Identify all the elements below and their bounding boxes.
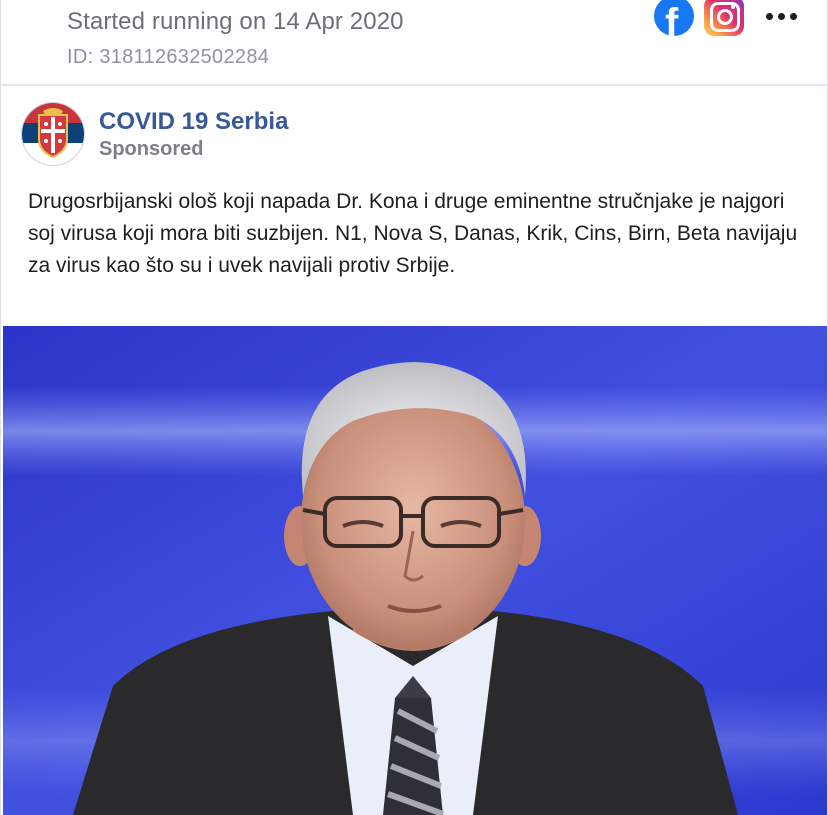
post-header: COVID 19 Serbia Sponsored bbox=[1, 100, 827, 188]
page-name-link[interactable]: COVID 19 Serbia bbox=[99, 108, 288, 136]
started-running-text: Started running on 14 Apr 2020 bbox=[67, 8, 404, 35]
page-avatar[interactable] bbox=[21, 102, 85, 166]
more-options-icon[interactable] bbox=[766, 0, 797, 36]
ad-library-header: Started running on 14 Apr 2020 ID: 31811… bbox=[1, 0, 827, 86]
ad-id-text: ID: 318112632502284 bbox=[67, 46, 270, 68]
ad-card: Started running on 14 Apr 2020 ID: 31811… bbox=[0, 0, 828, 815]
instagram-icon bbox=[704, 0, 744, 36]
post-body-text: Drugosrbijanski ološ koji napada Dr. Kon… bbox=[28, 190, 798, 277]
sponsored-label: Sponsored bbox=[99, 138, 204, 160]
post-image[interactable] bbox=[3, 326, 827, 815]
facebook-icon: f bbox=[654, 0, 694, 36]
platform-icons: f bbox=[654, 0, 797, 36]
